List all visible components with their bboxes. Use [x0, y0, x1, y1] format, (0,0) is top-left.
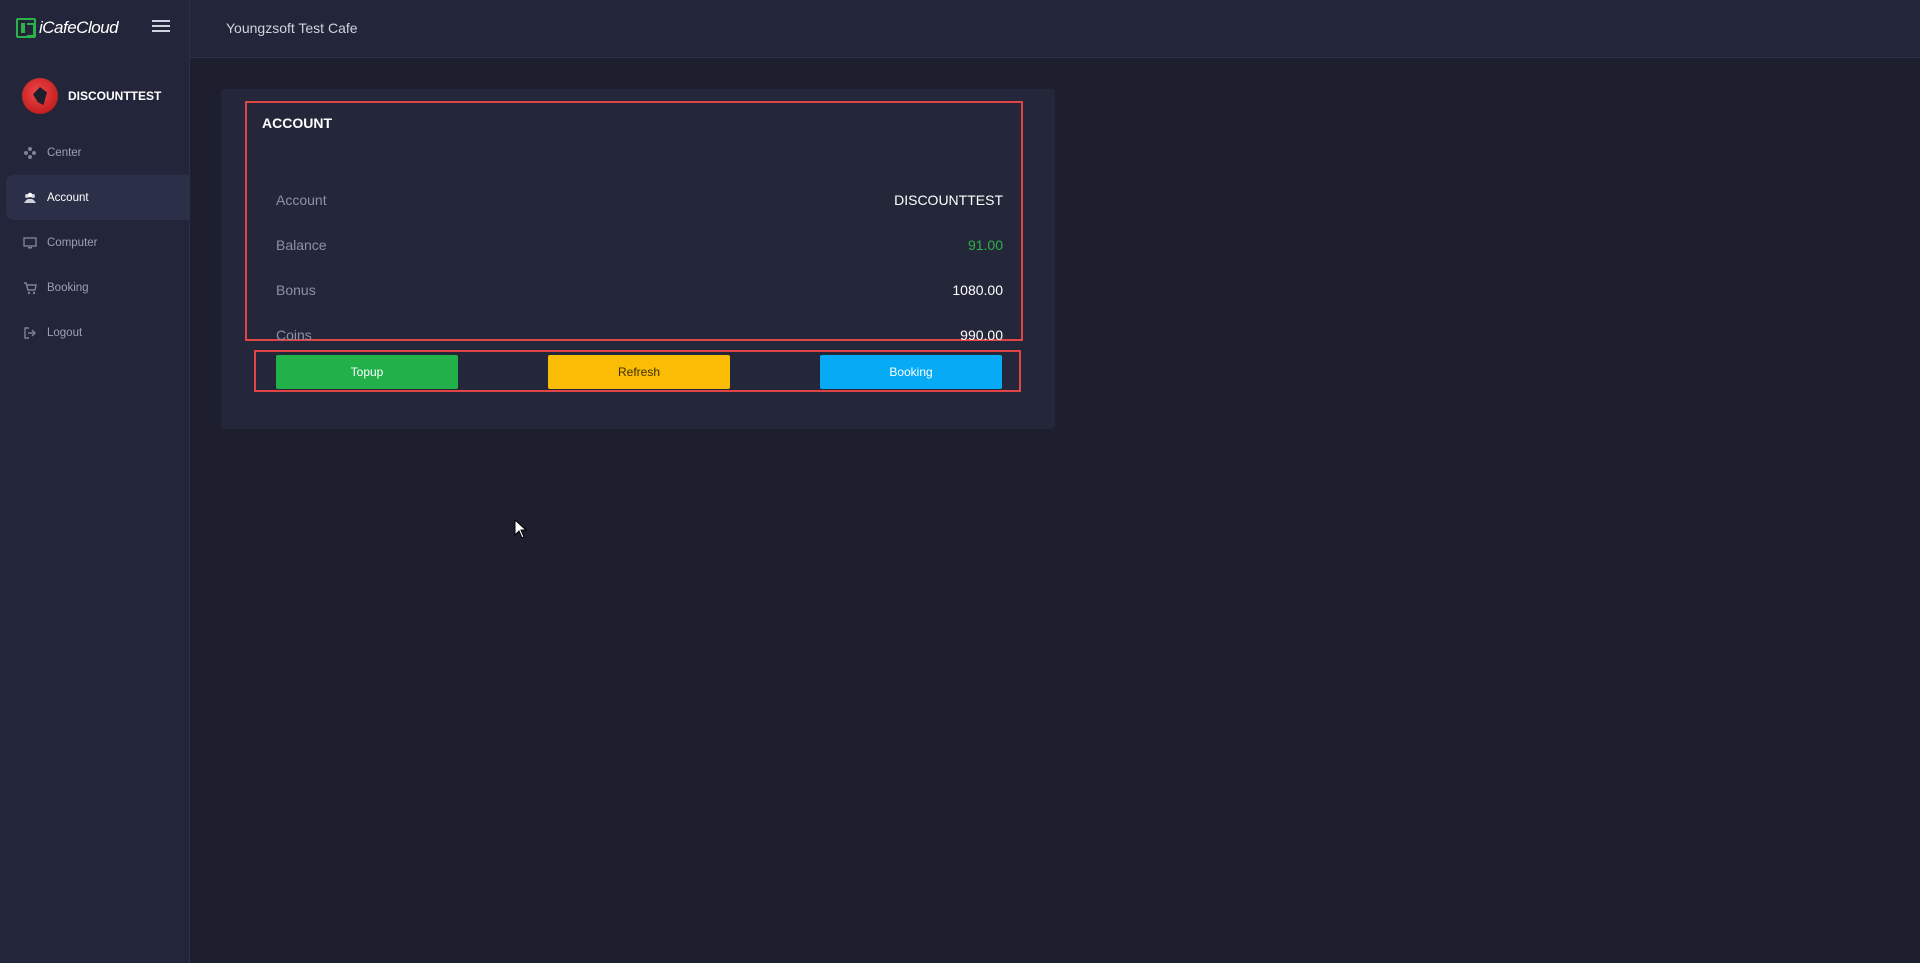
sidebar-item-label: Center [47, 146, 82, 159]
sidebar-item-label: Logout [47, 326, 83, 339]
account-info-panel: ACCOUNT Account DISCOUNTTEST Balance 91.… [245, 101, 1023, 343]
sidebar: iCafeCloud DISCOUNTTEST Center Account C… [0, 0, 190, 963]
sidebar-item-label: Computer [47, 236, 98, 249]
gamepad-icon [23, 146, 37, 160]
sidebar-item-label: Account [47, 191, 89, 204]
row-value: 91.00 [967, 236, 1003, 253]
logo-icon [16, 18, 36, 38]
row-value: 1080.00 [952, 281, 1003, 298]
cafe-name: Youngzsoft Test Cafe [226, 20, 358, 36]
user-profile: DISCOUNTTEST [22, 78, 161, 114]
account-card: ACCOUNT Account DISCOUNTTEST Balance 91.… [221, 89, 1055, 429]
balance-row: Balance 91.00 [276, 222, 1003, 267]
sidebar-item-account[interactable]: Account [6, 175, 190, 220]
sidebar-item-computer[interactable]: Computer [6, 220, 190, 265]
top-header: Youngzsoft Test Cafe [190, 0, 1920, 58]
sidebar-item-center[interactable]: Center [6, 130, 190, 175]
avatar [22, 78, 58, 114]
sidebar-nav: Center Account Computer Booking Logout [6, 130, 190, 355]
row-label: Account [276, 191, 327, 208]
booking-button[interactable]: Booking [820, 355, 1002, 389]
action-buttons: Topup Refresh Booking [254, 350, 1021, 392]
hamburger-menu-icon[interactable] [152, 20, 170, 34]
row-label: Bonus [276, 281, 316, 298]
topup-button[interactable]: Topup [276, 355, 458, 389]
logo-text: iCafeCloud [39, 18, 119, 37]
users-icon [23, 191, 37, 205]
cart-icon [23, 281, 37, 295]
row-label: Balance [276, 236, 327, 253]
panel-title: ACCOUNT [262, 115, 332, 131]
refresh-button[interactable]: Refresh [548, 355, 730, 389]
row-value: DISCOUNTTEST [894, 191, 1003, 208]
logout-icon [23, 326, 37, 340]
account-details: Account DISCOUNTTEST Balance 91.00 Bonus… [276, 177, 1003, 357]
row-value: 990.00 [960, 326, 1003, 343]
account-row: Account DISCOUNTTEST [276, 177, 1003, 222]
sidebar-item-booking[interactable]: Booking [6, 265, 190, 310]
bonus-row: Bonus 1080.00 [276, 267, 1003, 312]
mouse-cursor-icon [514, 519, 528, 539]
user-name: DISCOUNTTEST [68, 89, 162, 103]
sidebar-item-label: Booking [47, 281, 89, 294]
sidebar-item-logout[interactable]: Logout [6, 310, 190, 355]
row-label: Coins [276, 326, 312, 343]
monitor-icon [23, 236, 37, 250]
